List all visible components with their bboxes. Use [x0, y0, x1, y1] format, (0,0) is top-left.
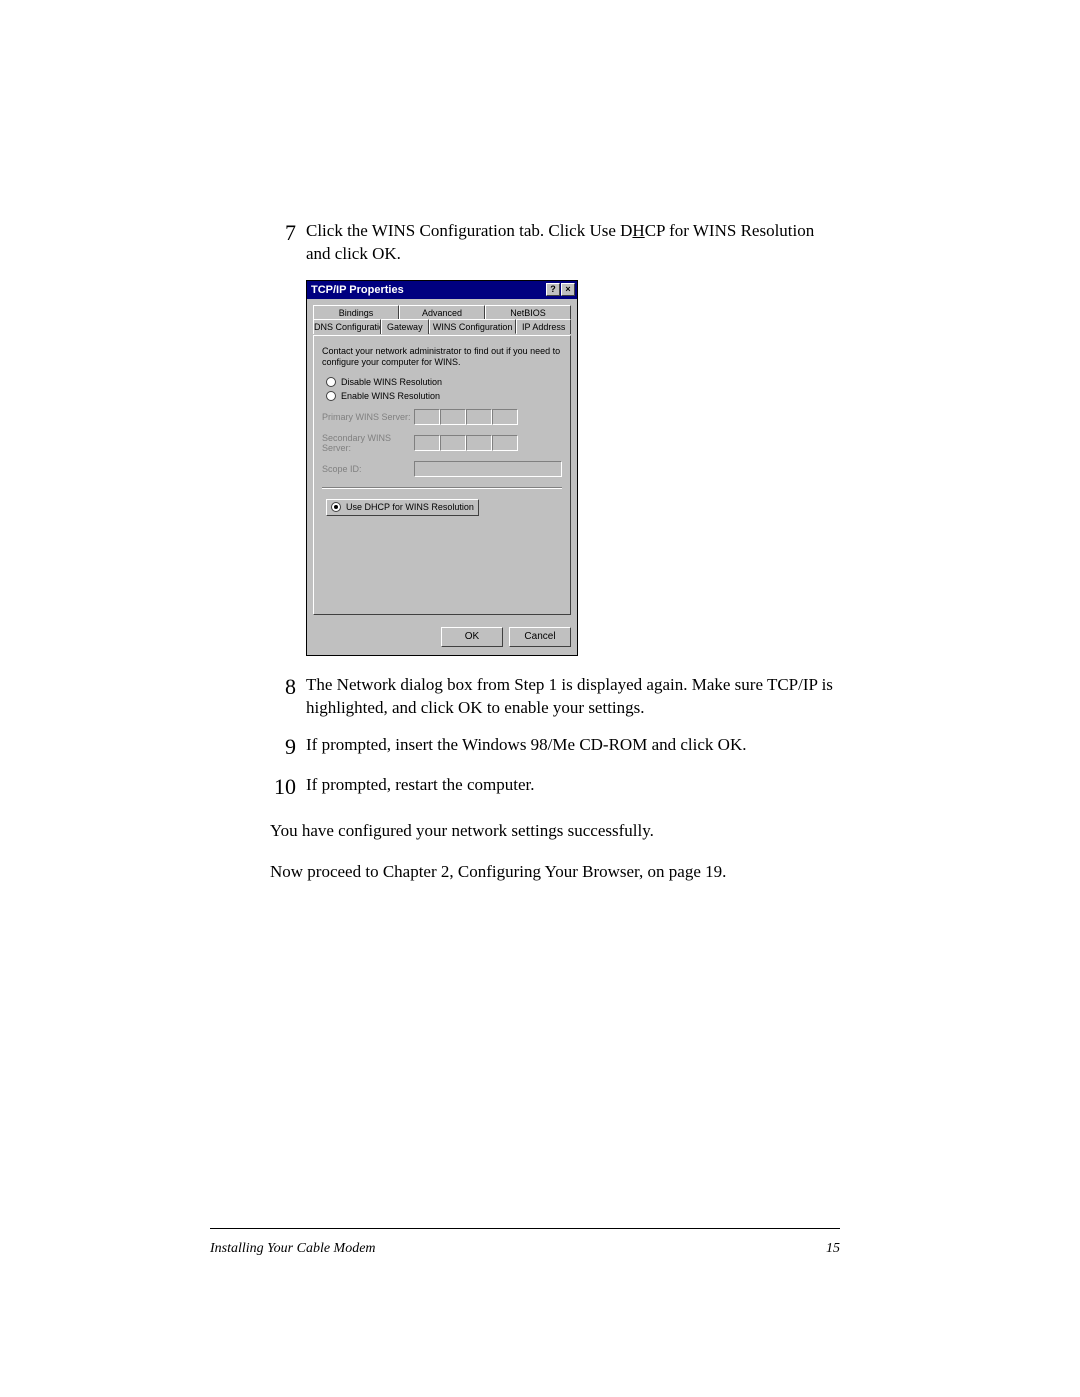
secondary-wins-label: Secondary WINS Server:: [322, 433, 414, 453]
closing-paragraph-2: Now proceed to Chapter 2, Configuring Yo…: [270, 860, 840, 884]
tab-netbios[interactable]: NetBIOS: [485, 305, 571, 320]
step7-part-a: Click the WINS Configuration tab. Click …: [306, 221, 632, 240]
step-7: 7 Click the WINS Configuration tab. Clic…: [270, 220, 840, 266]
scope-id-row: Scope ID:: [322, 461, 562, 477]
footer-page-number: 15: [826, 1241, 840, 1257]
close-button[interactable]: ×: [561, 283, 575, 296]
scope-id-label: Scope ID:: [322, 464, 414, 474]
wins-tab-panel: Contact your network administrator to fi…: [313, 335, 571, 615]
page-footer: Installing Your Cable Modem 15: [210, 1241, 840, 1257]
tab-advanced[interactable]: Advanced: [399, 305, 485, 320]
radio-icon: [326, 377, 336, 387]
step-text: The Network dialog box from Step 1 is di…: [306, 674, 840, 720]
help-button[interactable]: ?: [546, 283, 560, 296]
radio-label: Use DHCP for WINS Resolution: [346, 502, 474, 512]
radio-disable-wins[interactable]: Disable WINS Resolution: [326, 377, 562, 387]
step7-underline-h: H: [632, 221, 644, 240]
radio-icon: [331, 502, 341, 512]
scope-id-input[interactable]: [414, 461, 562, 477]
closing-paragraph-1: You have configured your network setting…: [270, 819, 840, 843]
secondary-wins-input[interactable]: [414, 435, 518, 451]
primary-wins-row: Primary WINS Server:: [322, 409, 562, 425]
dialog-button-row: OK Cancel: [307, 621, 577, 655]
separator: [322, 487, 562, 489]
radio-label: Disable WINS Resolution: [341, 377, 442, 387]
step-text: If prompted, insert the Windows 98/Me CD…: [306, 734, 840, 757]
footer-rule: [210, 1228, 840, 1229]
radio-use-dhcp[interactable]: Use DHCP for WINS Resolution: [326, 499, 562, 516]
secondary-wins-row: Secondary WINS Server:: [322, 433, 562, 453]
radio-enable-wins[interactable]: Enable WINS Resolution: [326, 391, 562, 401]
dialog-titlebar: TCP/IP Properties ? ×: [307, 281, 577, 299]
cancel-button[interactable]: Cancel: [509, 627, 571, 647]
tab-wins-configuration[interactable]: WINS Configuration: [429, 319, 517, 334]
radio-label: Enable WINS Resolution: [341, 391, 440, 401]
step-text: If prompted, restart the computer.: [306, 774, 840, 797]
footer-section-title: Installing Your Cable Modem: [210, 1241, 376, 1257]
tab-dns-configuration[interactable]: DNS Configuration: [313, 319, 381, 334]
step-number: 7: [270, 220, 306, 246]
tab-strip: Bindings Advanced NetBIOS DNS Configurat…: [313, 305, 571, 335]
ok-button[interactable]: OK: [441, 627, 503, 647]
tcpip-properties-dialog: TCP/IP Properties ? × Bindings Advanced …: [306, 280, 578, 656]
tcpip-dialog-figure: TCP/IP Properties ? × Bindings Advanced …: [306, 280, 840, 656]
tab-ip-address[interactable]: IP Address: [516, 319, 571, 334]
tab-gateway[interactable]: Gateway: [381, 319, 429, 334]
step-number: 10: [270, 774, 306, 800]
step-8: 8 The Network dialog box from Step 1 is …: [270, 674, 840, 720]
panel-message: Contact your network administrator to fi…: [322, 346, 562, 368]
radio-icon: [326, 391, 336, 401]
primary-wins-label: Primary WINS Server:: [322, 412, 414, 422]
tab-bindings[interactable]: Bindings: [313, 305, 399, 320]
dialog-title: TCP/IP Properties: [311, 284, 545, 296]
primary-wins-input[interactable]: [414, 409, 518, 425]
step-text: Click the WINS Configuration tab. Click …: [306, 220, 840, 266]
step-10: 10 If prompted, restart the computer.: [270, 774, 840, 800]
step-9: 9 If prompted, insert the Windows 98/Me …: [270, 734, 840, 760]
step-number: 8: [270, 674, 306, 700]
step-number: 9: [270, 734, 306, 760]
